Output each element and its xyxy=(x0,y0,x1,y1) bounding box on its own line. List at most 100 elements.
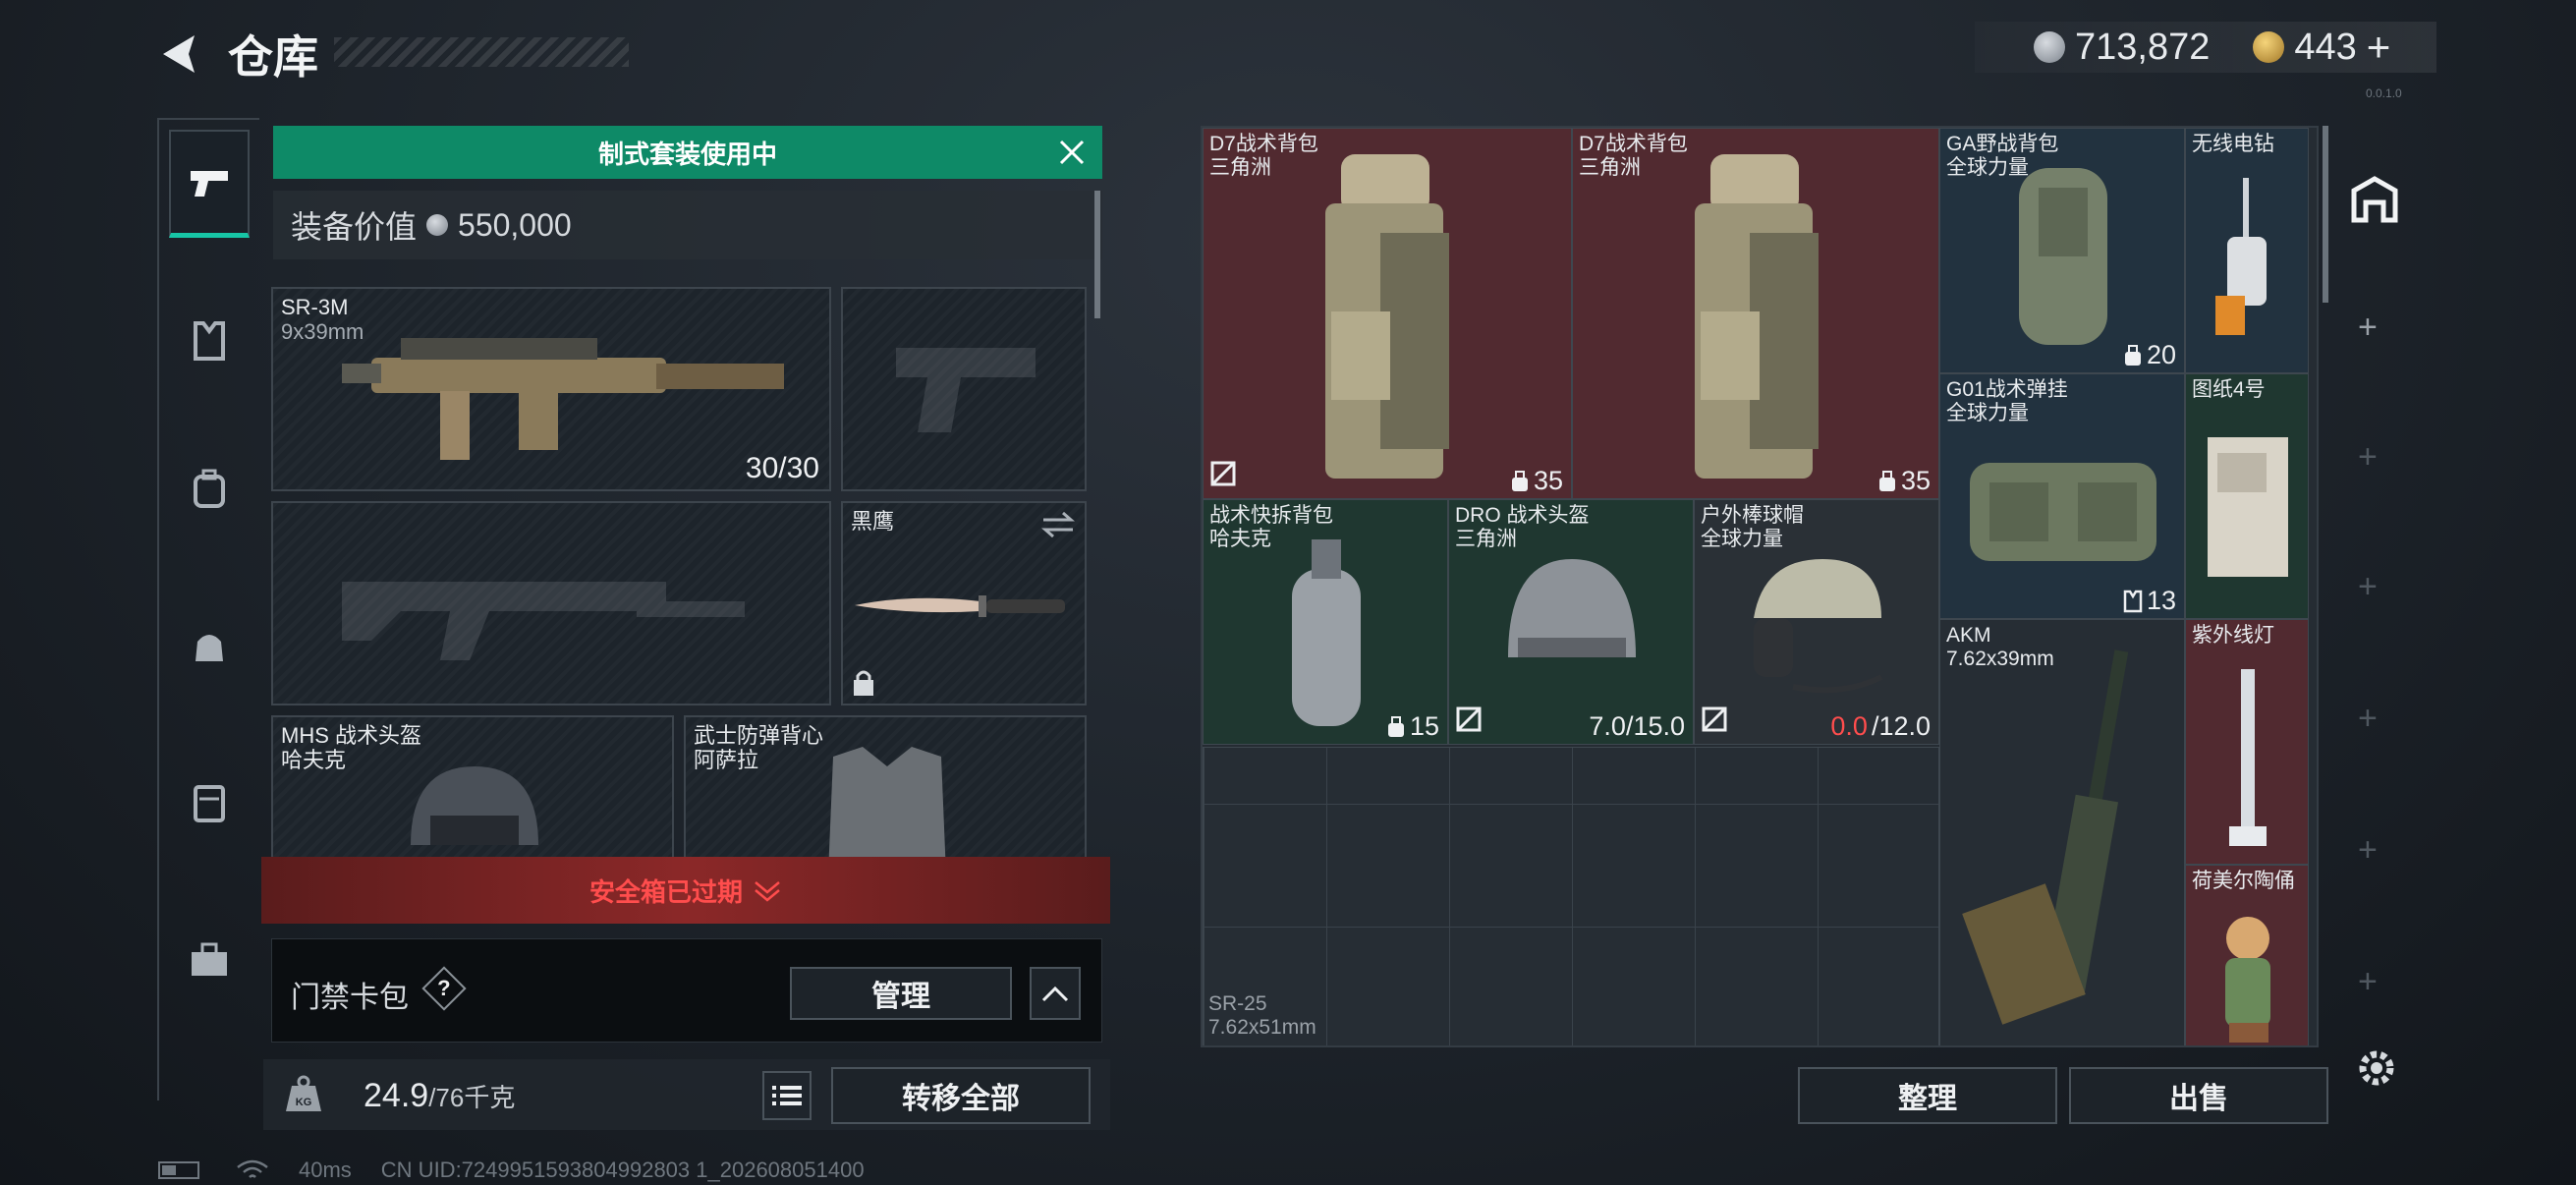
figurine-icon xyxy=(2225,917,2270,1043)
silver-coin-icon xyxy=(426,214,449,236)
currency-bar: 713,872 443 + xyxy=(1975,22,2436,73)
stash-scrollbar[interactable] xyxy=(2323,126,2328,303)
gold-coin-icon xyxy=(2253,31,2285,63)
rifle-placeholder-icon xyxy=(342,582,745,660)
melee-slot[interactable]: 黑鹰 xyxy=(841,501,1087,705)
item-name: GA野战背包 xyxy=(1946,133,2059,155)
collapse-button[interactable] xyxy=(1030,967,1081,1020)
armor-slot[interactable]: 武士防弹背心 阿萨拉 xyxy=(684,715,1087,863)
manage-button[interactable]: 管理 xyxy=(790,967,1012,1020)
svg-text:KG: KG xyxy=(296,1097,312,1108)
item-name: SR-25 xyxy=(1208,992,1267,1015)
unstable-icon xyxy=(1209,460,1237,492)
weight-max: /76千克 xyxy=(428,1083,516,1112)
tab-toolbox[interactable] xyxy=(169,906,250,1014)
weight-current: 24.9 xyxy=(364,1077,429,1114)
add-page-button[interactable]: + xyxy=(2358,309,2378,347)
loadout-scrollbar[interactable] xyxy=(1094,191,1100,318)
list-view-button[interactable] xyxy=(762,1071,812,1120)
add-page-button[interactable]: + xyxy=(2358,438,2378,477)
stash-item-drill[interactable]: 无线电钻 xyxy=(2185,128,2309,373)
knife-icon xyxy=(855,595,1065,617)
equipment-value-bar: 装备价值 550,000 xyxy=(273,191,1102,259)
warehouse-icon xyxy=(2351,176,2398,223)
battery-icon xyxy=(158,1161,199,1179)
stash-item-akm[interactable]: AKM 7.62x39mm xyxy=(1939,619,2185,1045)
item-name: DRO 战术头盔 xyxy=(1455,504,1590,527)
tab-weapons[interactable] xyxy=(169,130,250,238)
unstable-icon xyxy=(1455,705,1483,738)
helmet-slot[interactable]: MHS 战术头盔 哈夫克 xyxy=(271,715,674,863)
stash-item-blueprint[interactable]: 图纸4号 xyxy=(2185,373,2309,619)
stash-item-d7-backpack[interactable]: D7战术背包 三角洲 35 xyxy=(1203,128,1572,499)
add-page-button[interactable]: + xyxy=(2358,831,2378,870)
akm-rifle-icon xyxy=(1962,649,2129,1025)
chest-rig-icon xyxy=(1970,463,2156,561)
sling-backpack-icon xyxy=(1292,539,1361,726)
gold-amount: 443 xyxy=(2294,26,2357,68)
add-currency-button[interactable]: + xyxy=(2367,24,2391,71)
stash-item-g01-rig[interactable]: G01战术弹挂 全球力量 13 xyxy=(1939,373,2185,619)
stash-item-dro-helmet[interactable]: DRO 战术头盔 三角洲 7.0/15.0 xyxy=(1448,499,1694,745)
secondary-rifle-slot[interactable] xyxy=(271,501,831,705)
item-caliber: 7.62x51mm xyxy=(1208,1016,1316,1040)
item-capacity: 35 xyxy=(1900,466,1931,495)
primary-weapon-slot[interactable]: SR-3M 9x39mm 30/30 xyxy=(271,287,831,491)
rifle-icon xyxy=(342,338,784,460)
item-capacity: 20 xyxy=(2146,340,2176,369)
duffel-backpack-icon xyxy=(2019,168,2107,345)
stash-item-sr25[interactable]: SR-25 7.62x51mm xyxy=(1208,992,1316,1040)
item-brand: 三角洲 xyxy=(1455,528,1517,551)
weight-icon: KG xyxy=(281,1071,326,1116)
sell-button[interactable]: 出售 xyxy=(2069,1067,2328,1124)
add-page-button[interactable]: + xyxy=(2358,963,2378,1001)
helmet-image-icon xyxy=(1508,559,1636,657)
tab-case[interactable] xyxy=(169,749,250,857)
silver-amount: 713,872 xyxy=(2075,26,2211,68)
add-page-button[interactable]: + xyxy=(2358,568,2378,606)
tab-pouch[interactable] xyxy=(169,592,250,700)
armor-name: 武士防弹背心 xyxy=(694,723,824,748)
drill-icon xyxy=(2215,178,2267,335)
chevron-down-icon xyxy=(755,881,780,902)
stash-item-baseball-cap[interactable]: 户外棒球帽 全球力量 0.0/12.0 xyxy=(1694,499,1939,745)
stash-grid: D7战术背包 三角洲 35 D7战术背包 三角洲 35 GA野战背包 全球力量 20 … xyxy=(1201,126,2319,1047)
transfer-all-button[interactable]: 转移全部 xyxy=(831,1067,1091,1124)
stash-item-ga-backpack[interactable]: GA野战背包 全球力量 20 xyxy=(1939,128,2185,373)
swap-icon[interactable] xyxy=(1041,511,1075,538)
back-arrow-icon[interactable] xyxy=(155,29,204,79)
toolbox-icon xyxy=(192,942,227,976)
unstable-icon xyxy=(1701,705,1728,738)
item-name: 战术快拆背包 xyxy=(1209,504,1333,527)
sort-button[interactable]: 整理 xyxy=(1798,1067,2057,1124)
stash-item-d7-backpack-2[interactable]: D7战术背包 三角洲 35 xyxy=(1572,128,1939,499)
backpack-image-icon xyxy=(1325,154,1449,479)
item-brand: 三角洲 xyxy=(1579,156,1641,180)
carry-weight: 24.9/76千克 xyxy=(364,1077,515,1115)
page-title: 仓库 xyxy=(228,31,318,83)
category-sidebar xyxy=(157,118,259,1100)
title-decoration xyxy=(334,37,629,67)
secondary-weapon-slot[interactable] xyxy=(841,287,1087,491)
item-durability: 0.0/12.0 xyxy=(1830,711,1931,742)
tab-armor[interactable] xyxy=(169,287,250,395)
item-name: 无线电钻 xyxy=(2192,133,2274,155)
list-icon xyxy=(772,1086,802,1105)
stash-home-tab[interactable] xyxy=(2340,165,2409,234)
banner-text: 制式套装使用中 xyxy=(597,139,777,169)
gear-icon[interactable] xyxy=(2352,1044,2401,1093)
capacity-icon xyxy=(1878,470,1895,491)
item-capacity: 35 xyxy=(1533,466,1563,495)
armor-brand: 阿萨拉 xyxy=(694,748,759,773)
tab-backpack[interactable] xyxy=(169,434,250,542)
uid-label: CN UID:7249951593804992803 1_20260805140… xyxy=(380,1157,865,1182)
add-page-button[interactable]: + xyxy=(2358,700,2378,738)
item-brand: 全球力量 xyxy=(1946,402,2029,425)
value-label: 装备价值 xyxy=(291,209,418,245)
stash-item-figurine[interactable]: 荷美尔陶俑 xyxy=(2185,865,2309,1045)
stash-item-quick-backpack[interactable]: 战术快拆背包 哈夫克 15 xyxy=(1203,499,1448,745)
safe-box-expired-bar[interactable]: 安全箱已过期 xyxy=(261,857,1110,924)
stash-item-uv-lamp[interactable]: 紫外线灯 xyxy=(2185,619,2309,865)
close-icon[interactable] xyxy=(1055,136,1089,169)
pistol-placeholder-icon xyxy=(896,348,1036,432)
